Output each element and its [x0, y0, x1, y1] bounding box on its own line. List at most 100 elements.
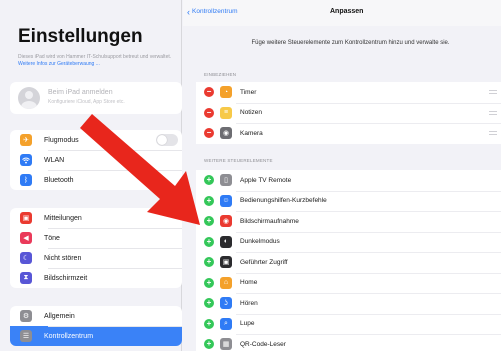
add-icon[interactable]: +: [204, 195, 214, 206]
add-icon[interactable]: +: [204, 216, 214, 227]
more-row-lupe: + ⌕ Lupe: [196, 313, 501, 335]
chevron-left-icon: ‹: [187, 6, 190, 17]
more-row-gefuehrter-zugriff: + ▣ Geführter Zugriff: [196, 252, 501, 273]
included-controls-list: − ◔ Timer − ≡ Notizen − ◉ Kamera: [196, 82, 501, 144]
switches-icon: ☰: [20, 330, 32, 342]
back-button-label: Kontrollzentrum: [192, 8, 238, 15]
avatar: [18, 87, 40, 109]
sidebar-item-label: Kontrollzentrum: [44, 332, 94, 340]
sidebar-group-general: ⚙ Allgemein ☰ Kontrollzentrum: [10, 306, 182, 346]
included-row-timer: − ◔ Timer: [196, 82, 501, 103]
timer-icon: ◔: [220, 86, 232, 99]
sidebar-item-label: Bildschirmzeit: [44, 274, 88, 282]
add-icon[interactable]: +: [204, 318, 214, 329]
notes-icon: ≡: [220, 106, 232, 119]
magnifier-icon: ⌕: [220, 317, 232, 330]
bluetooth-icon: ᛒ: [20, 174, 32, 186]
remove-icon[interactable]: −: [204, 128, 214, 139]
remove-icon[interactable]: −: [204, 87, 214, 98]
record-icon: ◉: [220, 215, 232, 228]
more-controls-section-header: WEITERE STEUERELEMENTE: [204, 158, 273, 163]
signin-subtitle: Konfiguriere iCloud, App Store etc.: [48, 99, 125, 105]
control-label: Lupe: [240, 320, 255, 328]
included-section-header: EINBEZIEHEN: [204, 72, 237, 77]
more-row-home: + ⌂ Home: [196, 272, 501, 294]
airplane-mode-toggle[interactable]: [156, 134, 178, 146]
control-label: Bildschirmaufnahme: [240, 217, 299, 225]
reorder-handle-icon[interactable]: [489, 110, 497, 115]
more-row-bildschirmaufnahme: + ◉ Bildschirmaufnahme: [196, 211, 501, 232]
customize-hint: Füge weitere Steuerelemente zum Kontroll…: [251, 40, 450, 46]
ear-icon: ʖ: [220, 297, 232, 310]
sidebar-item-bluetooth[interactable]: ᛒ Bluetooth: [10, 170, 182, 190]
sidebar-item-label: WLAN: [44, 156, 65, 164]
sidebar-item-label: Bluetooth: [44, 176, 74, 184]
signin-title: Beim iPad anmelden: [48, 89, 113, 96]
notifications-icon: ▣: [20, 212, 32, 224]
control-label: Dunkelmodus: [240, 238, 280, 246]
sidebar-group-connectivity: ✈ Flugmodus WLAN ᛒ Bluetooth: [10, 130, 182, 190]
remove-icon[interactable]: −: [204, 107, 214, 118]
add-icon[interactable]: +: [204, 175, 214, 186]
wifi-icon: [20, 154, 32, 166]
remote-icon: ▯: [220, 174, 232, 187]
sidebar-item-label: Flugmodus: [44, 136, 79, 144]
add-icon[interactable]: +: [204, 339, 214, 350]
more-row-apple-tv-remote: + ▯ Apple TV Remote: [196, 170, 501, 191]
sidebar-item-nicht-stoeren[interactable]: ☾ Nicht stören: [10, 248, 182, 268]
home-icon: ⌂: [220, 276, 232, 289]
dark-mode-icon: ◐: [220, 235, 232, 248]
managed-device-link[interactable]: Weitere Infos zur Geräteberwaung ...: [18, 61, 100, 67]
add-icon[interactable]: +: [204, 236, 214, 247]
add-icon[interactable]: +: [204, 298, 214, 309]
managed-device-text: Dieses iPad wird von Hammer IT-Schulsupp…: [18, 54, 172, 60]
more-row-hoeren: + ʖ Hören: [196, 293, 501, 314]
included-row-kamera: − ◉ Kamera: [196, 123, 501, 144]
apple-id-signin[interactable]: Beim iPad anmelden Konfiguriere iCloud, …: [10, 82, 182, 114]
sidebar-item-label: Nicht stören: [44, 254, 82, 262]
navigation-bar: ‹ Kontrollzentrum Anpassen: [183, 0, 501, 26]
sidebar-title: Einstellungen: [18, 26, 143, 47]
sidebar-item-kontrollzentrum[interactable]: ☰ Kontrollzentrum: [10, 326, 182, 346]
camera-icon: ◉: [220, 127, 232, 140]
sidebar-item-label: Mitteilungen: [44, 214, 82, 222]
sidebar-item-wlan[interactable]: WLAN: [10, 150, 182, 170]
gear-icon: ⚙: [20, 310, 32, 322]
accessibility-icon: ☺: [220, 194, 232, 207]
more-row-dunkelmodus: + ◐ Dunkelmodus: [196, 231, 501, 253]
settings-sidebar: Einstellungen Dieses iPad wird von Hamme…: [0, 0, 182, 351]
more-row-qr-code-leser: + ▦ QR-Code-Leser: [196, 334, 501, 351]
add-icon[interactable]: +: [204, 257, 214, 268]
sidebar-item-allgemein[interactable]: ⚙ Allgemein: [10, 306, 182, 326]
sidebar-item-label: Allgemein: [44, 312, 75, 320]
sound-icon: ◀: [20, 232, 32, 244]
page-title: Anpassen: [330, 8, 364, 15]
control-label: Hören: [240, 299, 258, 307]
sidebar-item-bildschirmzeit[interactable]: ⧗ Bildschirmzeit: [10, 268, 182, 288]
more-controls-list: + ▯ Apple TV Remote + ☺ Bedienungshilfen…: [196, 170, 501, 351]
add-icon[interactable]: +: [204, 277, 214, 288]
sidebar-item-toene[interactable]: ◀ Töne: [10, 228, 182, 248]
sidebar-item-label: Töne: [44, 234, 60, 242]
airplane-icon: ✈: [20, 134, 32, 146]
reorder-handle-icon[interactable]: [489, 90, 497, 94]
reorder-handle-icon[interactable]: [489, 131, 497, 135]
more-row-bedienungshilfen: + ☺ Bedienungshilfen-Kurzbefehle: [196, 190, 501, 212]
control-label: QR-Code-Leser: [240, 340, 286, 348]
included-row-notizen: − ≡ Notizen: [196, 102, 501, 124]
control-label: Home: [240, 279, 258, 287]
qr-code-icon: ▦: [220, 338, 232, 351]
control-label: Timer: [240, 88, 257, 96]
back-button[interactable]: ‹ Kontrollzentrum: [187, 6, 238, 17]
control-label: Kamera: [240, 129, 263, 137]
control-label: Bedienungshilfen-Kurzbefehle: [240, 197, 327, 205]
lock-icon: ▣: [220, 256, 232, 269]
moon-icon: ☾: [20, 252, 32, 264]
sidebar-group-notifications: ▣ Mitteilungen ◀ Töne ☾ Nicht stören ⧗ B…: [10, 208, 182, 288]
control-label: Geführter Zugriff: [240, 258, 288, 266]
sidebar-item-flugmodus[interactable]: ✈ Flugmodus: [10, 130, 182, 150]
hourglass-icon: ⧗: [20, 272, 32, 284]
sidebar-item-mitteilungen[interactable]: ▣ Mitteilungen: [10, 208, 182, 228]
control-label: Apple TV Remote: [240, 176, 292, 184]
managed-device-notice: Dieses iPad wird von Hammer IT-Schulsupp…: [18, 54, 178, 68]
